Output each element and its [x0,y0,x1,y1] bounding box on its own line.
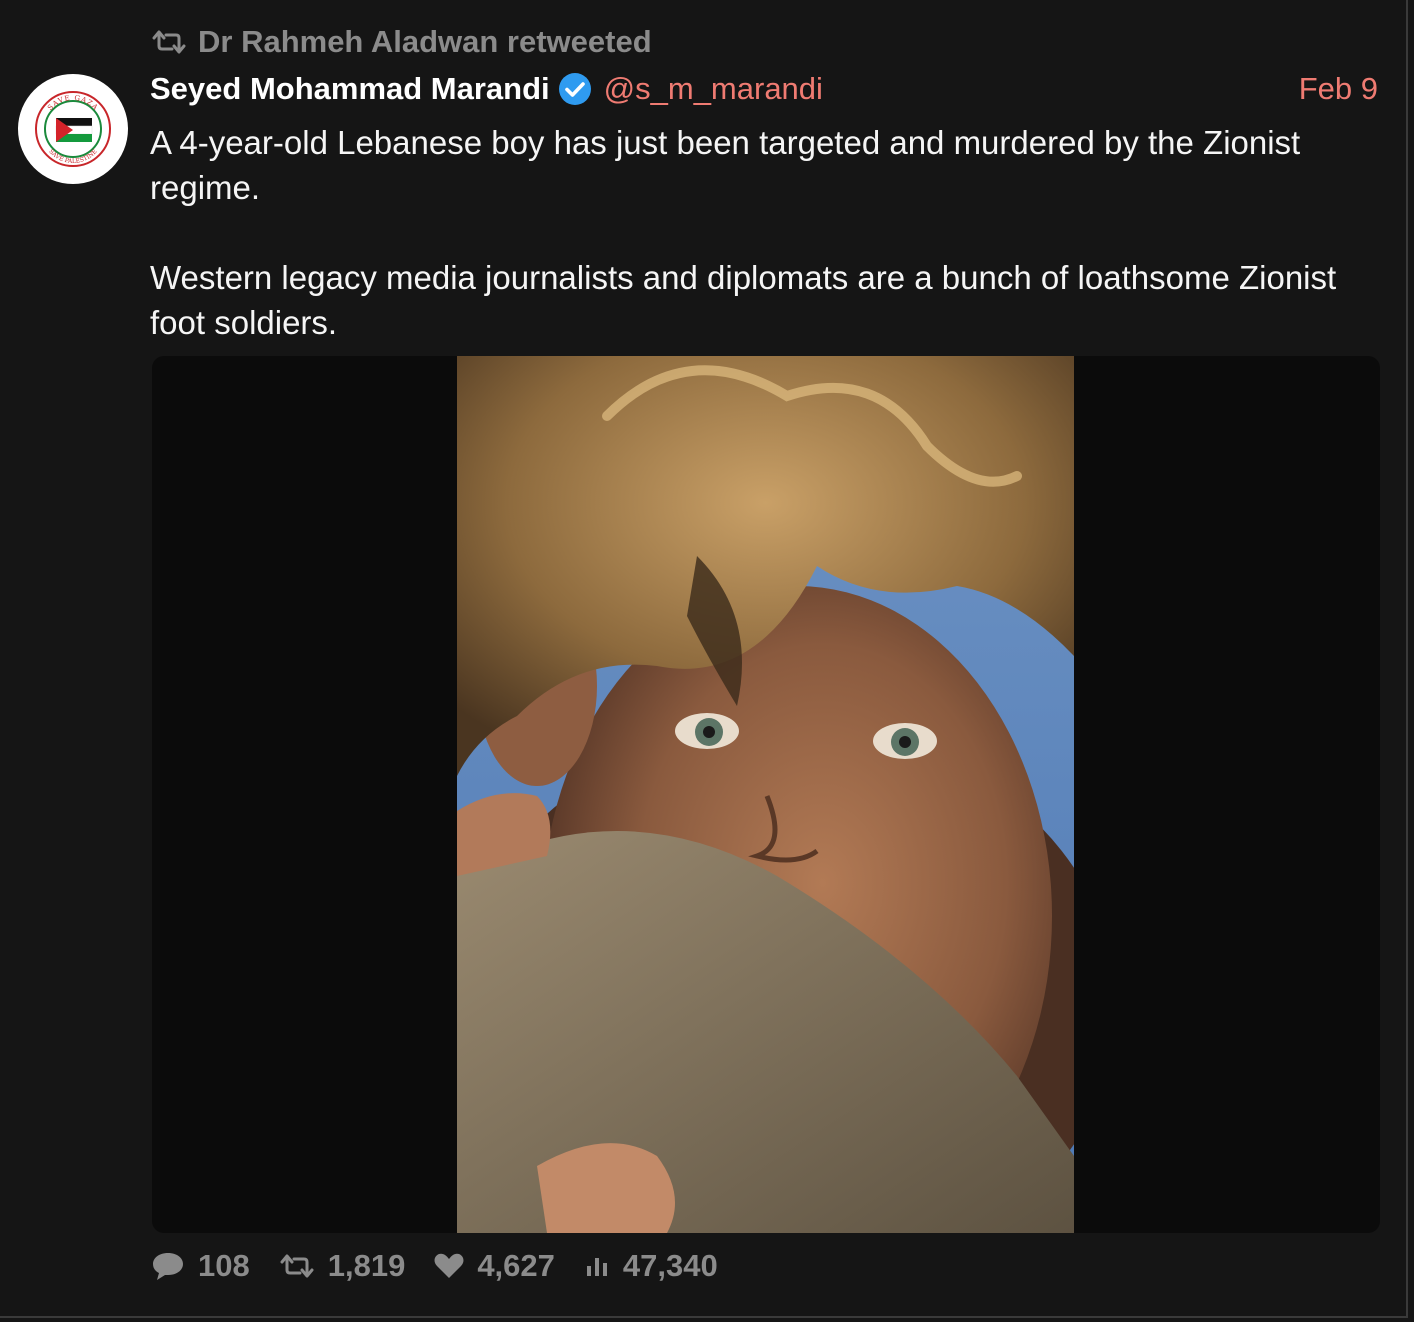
retweet-icon [152,30,186,54]
author-handle[interactable]: @s_m_marandi [604,71,823,107]
heart-icon [434,1253,464,1278]
reply-count: 108 [198,1248,250,1283]
tweet-card[interactable]: Dr Rahmeh Aladwan retweeted SAVE GAZA SA… [0,0,1408,1318]
like-count: 4,627 [477,1248,555,1283]
views-button[interactable]: 47,340 [583,1248,718,1284]
tweet-date[interactable]: Feb 9 [1299,71,1378,107]
avatar[interactable]: SAVE GAZA SAVE PALESTINE [18,74,128,184]
tweet-paragraph: A 4-year-old Lebanese boy has just been … [150,124,1301,206]
retweeted-by-label[interactable]: Dr Rahmeh Aladwan retweeted [198,24,652,60]
tweet-header: Seyed Mohammad Marandi @s_m_marandi Feb … [150,66,1378,112]
view-count: 47,340 [622,1248,718,1283]
retweet-context: Dr Rahmeh Aladwan retweeted [150,24,652,60]
views-icon [586,1258,607,1276]
tweet-text: A 4-year-old Lebanese boy has just been … [150,120,1380,390]
author-name[interactable]: Seyed Mohammad Marandi [150,71,550,107]
tweet-paragraph: Western legacy media journalists and dip… [150,259,1337,341]
verified-badge-icon [558,73,591,105]
retweet-count: 1,819 [327,1248,406,1283]
reply-button[interactable]: 108 [150,1248,250,1284]
tweet-media[interactable] [152,356,1380,1233]
reply-icon [153,1253,183,1280]
like-button[interactable]: 4,627 [433,1248,555,1284]
tweet-actions: 108 1,819 4,627 47,340 [150,1248,746,1284]
retweet-button[interactable]: 1,819 [278,1248,406,1284]
palestine-flag-icon [55,118,93,142]
retweet-icon [280,1254,314,1278]
child-photo[interactable] [457,356,1074,1233]
